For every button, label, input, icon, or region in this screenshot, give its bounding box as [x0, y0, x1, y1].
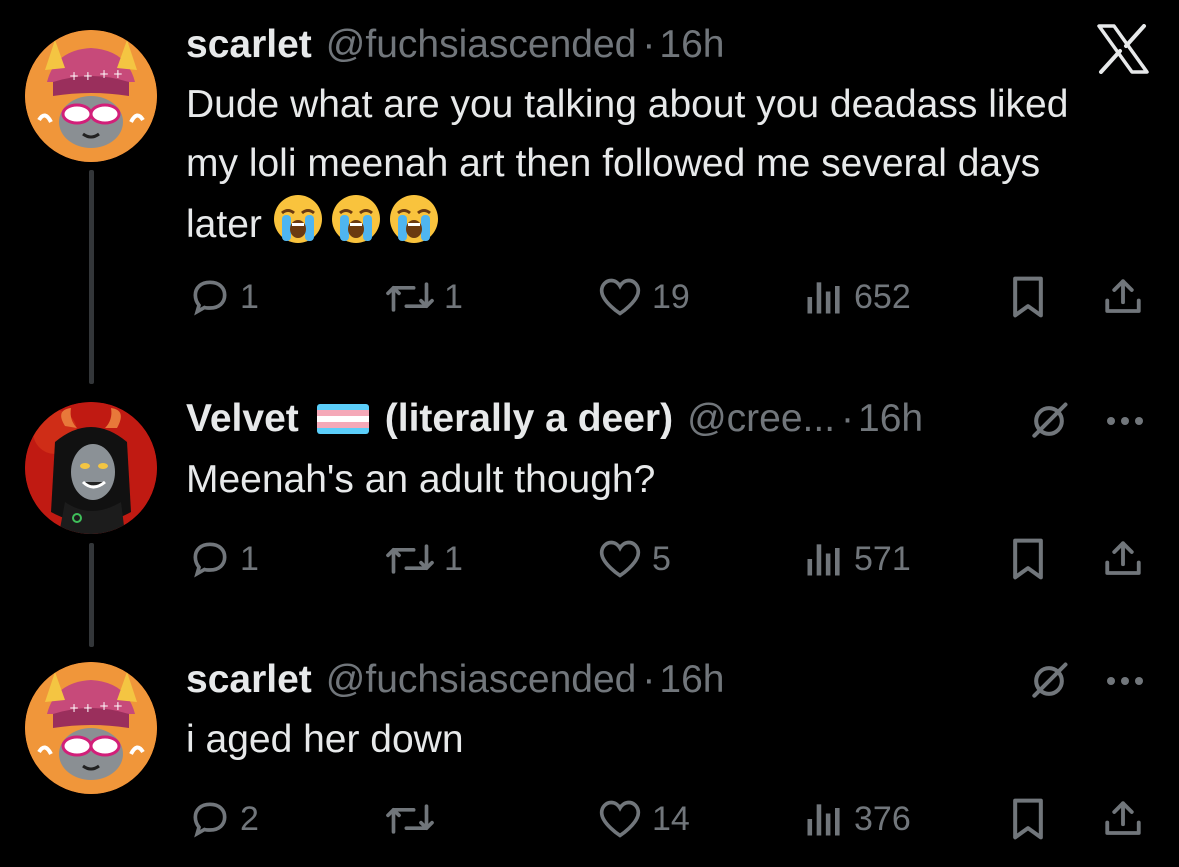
reply-button[interactable]: 1 [188, 272, 259, 322]
handle[interactable]: @cree... [687, 394, 835, 444]
tweet-actions: 2 14 376 [0, 794, 1179, 844]
share-button[interactable] [1098, 272, 1148, 322]
repost-icon [386, 282, 434, 312]
bookmark-icon [1013, 538, 1043, 580]
views-button[interactable]: 652 [802, 272, 911, 322]
tweet-header: scarlet @fuchsiascended · 16h [186, 655, 724, 705]
reply-count: 2 [240, 799, 259, 838]
timestamp[interactable]: 16h [659, 655, 724, 705]
tweet-header: Velvet (literally a deer) @cree... · 16h [186, 394, 923, 444]
like-icon [599, 800, 641, 838]
repost-count: 1 [444, 539, 463, 578]
more-icon [1107, 677, 1143, 685]
timestamp[interactable]: 16h [858, 394, 923, 444]
like-button[interactable]: 14 [596, 794, 690, 844]
separator: · [642, 23, 656, 66]
svg-text:+ +: + + [99, 699, 123, 713]
repost-icon [386, 544, 434, 574]
share-icon [1105, 801, 1141, 835]
tweet-text: Meenah's an adult though? [186, 450, 655, 509]
more-icon [1107, 417, 1143, 425]
display-name[interactable]: Velvet (literally a deer) [186, 394, 673, 444]
like-count: 5 [652, 539, 671, 578]
views-button[interactable]: 376 [802, 794, 911, 844]
avatar[interactable]: + + + + [25, 662, 157, 794]
grok-button[interactable] [1024, 656, 1074, 706]
bookmark-button[interactable] [1003, 794, 1053, 844]
avatar[interactable]: + + + + [25, 30, 157, 162]
display-name[interactable]: scarlet [186, 655, 312, 705]
reply-icon [193, 802, 227, 838]
share-button[interactable] [1098, 534, 1148, 584]
like-count: 19 [652, 277, 690, 316]
trans-flag-icon [316, 404, 369, 434]
loudly-crying-face-icon [330, 193, 382, 245]
bookmark-icon [1013, 798, 1043, 840]
repost-button[interactable]: 1 [384, 272, 463, 322]
grok-icon [1032, 402, 1068, 438]
repost-count: 1 [444, 277, 463, 316]
tweet-text-content: i aged her down [186, 718, 464, 761]
tweet-actions: 1 1 19 652 [0, 272, 1179, 322]
svg-text:+ +: + + [99, 67, 123, 81]
handle[interactable]: @fuchsiascended [326, 20, 637, 70]
tweet-3[interactable]: + + + + scarlet @fuchsiascended · 16h i … [0, 650, 1179, 867]
like-icon [599, 540, 641, 578]
timestamp[interactable]: 16h [659, 20, 724, 70]
views-button[interactable]: 571 [802, 534, 911, 584]
reply-icon [193, 280, 227, 316]
display-name-part2: (literally a deer) [384, 397, 674, 440]
like-icon [599, 278, 641, 316]
avatar[interactable] [25, 402, 157, 534]
display-name-part1: Velvet [186, 397, 299, 440]
reply-count: 1 [240, 277, 259, 316]
reply-button[interactable]: 2 [188, 794, 259, 844]
svg-text:+ +: + + [69, 69, 93, 83]
like-count: 14 [652, 799, 690, 838]
tweet-text: i aged her down [186, 710, 464, 769]
grok-icon [1032, 662, 1068, 698]
reply-button[interactable]: 1 [188, 534, 259, 584]
repost-icon [386, 804, 434, 834]
views-count: 652 [854, 277, 911, 316]
repost-button[interactable] [384, 794, 444, 844]
repost-button[interactable]: 1 [384, 534, 463, 584]
share-icon [1105, 541, 1141, 575]
loudly-crying-face-icon [388, 193, 440, 245]
views-icon [807, 804, 840, 836]
views-icon [807, 544, 840, 576]
bookmark-icon [1013, 276, 1043, 318]
reply-icon [193, 542, 227, 578]
share-icon [1105, 279, 1141, 313]
views-icon [807, 282, 840, 314]
bookmark-button[interactable] [1003, 272, 1053, 322]
tweet-1[interactable]: + + + + scarlet @fuchsiascended · 16h Du… [0, 0, 1179, 360]
handle[interactable]: @fuchsiascended [326, 655, 637, 705]
grok-button[interactable] [1024, 396, 1074, 446]
tweet-header: scarlet @fuchsiascended · 16h [186, 20, 724, 70]
reply-count: 1 [240, 539, 259, 578]
like-button[interactable]: 19 [596, 272, 690, 322]
separator: · [642, 658, 656, 701]
svg-text:+ +: + + [69, 701, 93, 715]
tweet-2[interactable]: Velvet (literally a deer) @cree... · 16h… [0, 390, 1179, 600]
tweet-actions: 1 1 5 571 [0, 534, 1179, 584]
tweet-text-content: Meenah's an adult though? [186, 458, 656, 501]
like-button[interactable]: 5 [596, 534, 671, 584]
tweet-text: Dude what are you talking about you dead… [186, 75, 1116, 254]
more-button[interactable] [1100, 396, 1150, 446]
more-button[interactable] [1100, 656, 1150, 706]
bookmark-button[interactable] [1003, 534, 1053, 584]
views-count: 376 [854, 799, 911, 838]
separator: · [841, 397, 855, 440]
loudly-crying-face-icon [272, 193, 324, 245]
share-button[interactable] [1098, 794, 1148, 844]
views-count: 571 [854, 539, 911, 578]
display-name[interactable]: scarlet [186, 20, 312, 70]
